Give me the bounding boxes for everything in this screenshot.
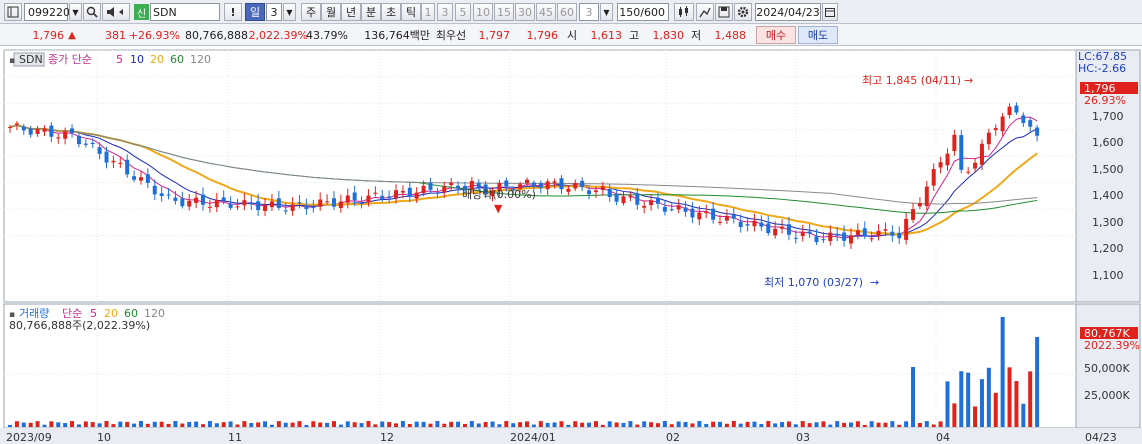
high-annotation: 최고 1,845 (04/11) bbox=[862, 74, 961, 87]
axis-label-1400: 1,400 bbox=[1092, 189, 1124, 202]
period-month-button[interactable]: 월 bbox=[321, 3, 341, 21]
volume-info: 80,766,888주(2,022.39%) bbox=[9, 319, 150, 332]
low-arrow-icon: → bbox=[870, 276, 879, 289]
gear-icon[interactable] bbox=[734, 3, 752, 21]
axis-label-1700: 1,700 bbox=[1092, 110, 1124, 123]
date-input[interactable]: 2024/04/23 bbox=[755, 3, 821, 21]
date-label-04-23: 04/23 bbox=[1085, 431, 1117, 444]
axis-label-1200: 1,200 bbox=[1092, 242, 1124, 255]
stock-chart[interactable]: 1,800 1,700 1,600 1,500 1,400 1,300 1,20… bbox=[0, 46, 1142, 444]
period-day-button[interactable]: 일 bbox=[245, 3, 265, 21]
date-label-11: 11 bbox=[228, 431, 242, 444]
minute-dropdown-button[interactable]: ▼ bbox=[600, 3, 613, 21]
legend-ma5: 5 bbox=[116, 53, 123, 66]
volume-value: 80,766,888 bbox=[185, 28, 248, 42]
toolbar: 099220 ▼ 신 SDN ! 일 3 ▼ 주 월 년 분 초 틱 1 3 5… bbox=[0, 0, 1142, 24]
current-volume-rate-text: 2022.39% bbox=[1084, 339, 1140, 352]
trade-amount: 136,764백만 bbox=[364, 29, 430, 42]
axis-label-1500: 1,500 bbox=[1092, 163, 1124, 176]
min-10-button[interactable]: 10 bbox=[473, 3, 493, 21]
volume-pane[interactable] bbox=[3, 303, 1077, 429]
period-week-button[interactable]: 주 bbox=[301, 3, 321, 21]
min-5-button[interactable]: 5 bbox=[455, 3, 471, 21]
speaker-icon[interactable] bbox=[102, 3, 130, 21]
date-label-03: 03 bbox=[796, 431, 810, 444]
alert-button[interactable]: ! bbox=[224, 3, 242, 21]
low-annotation: 최저 1,070 (03/27) bbox=[764, 276, 863, 289]
min-45-button[interactable]: 45 bbox=[536, 3, 556, 21]
high-arrow-icon: → bbox=[964, 74, 973, 87]
date-label-10: 10 bbox=[97, 431, 111, 444]
date-axis bbox=[0, 428, 1142, 444]
calendar-icon[interactable] bbox=[822, 3, 838, 21]
dividend-marker-icon: ▼ bbox=[494, 202, 503, 215]
up-arrow-icon: ▲ bbox=[68, 29, 76, 41]
change-rate: +26.93% bbox=[128, 28, 180, 42]
vol-axis-label-50000k: 50,000K bbox=[1084, 362, 1130, 375]
search-icon[interactable] bbox=[83, 3, 101, 21]
date-label-2023-09: 2023/09 bbox=[6, 431, 52, 444]
min-1-button[interactable]: 1 bbox=[421, 3, 435, 21]
low-price: 1,488 bbox=[714, 28, 747, 42]
current-rate-tag-text: 26.93% bbox=[1084, 94, 1126, 107]
period-count-input[interactable]: 3 bbox=[266, 3, 282, 21]
legend-ma-title: 종가 단순 bbox=[48, 53, 92, 66]
min-3-button[interactable]: 3 bbox=[437, 3, 453, 21]
open-price: 1,613 bbox=[590, 28, 623, 42]
period-tick-button[interactable]: 틱 bbox=[401, 3, 421, 21]
save-icon[interactable] bbox=[715, 3, 733, 21]
axis-label-1300: 1,300 bbox=[1092, 216, 1124, 229]
date-label-2024-01: 2024/01 bbox=[510, 431, 556, 444]
period-second-button[interactable]: 초 bbox=[381, 3, 401, 21]
data-count-input[interactable]: 150/600 bbox=[617, 3, 669, 21]
axis-label-1600: 1,600 bbox=[1092, 136, 1124, 149]
candle-style-icon[interactable] bbox=[674, 3, 694, 21]
draw-tool-icon[interactable] bbox=[696, 3, 714, 21]
min-30-button[interactable]: 30 bbox=[515, 3, 535, 21]
axis-label-1100: 1,100 bbox=[1092, 269, 1124, 282]
buy-button[interactable]: 매수 bbox=[756, 26, 796, 44]
period-dropdown-button[interactable]: ▼ bbox=[283, 3, 296, 21]
date-label-04: 04 bbox=[936, 431, 950, 444]
legend-ma20: 20 bbox=[150, 53, 164, 66]
date-label-12: 12 bbox=[380, 431, 394, 444]
quote-bar: 1,796 ▲ 381 +26.93% 80,766,888 2,022.39%… bbox=[0, 24, 1142, 46]
chart-menu-icon[interactable] bbox=[4, 3, 22, 21]
ask-price: 1,797 bbox=[478, 28, 511, 42]
stock-code-input[interactable]: 099220 bbox=[24, 3, 70, 21]
low-label: 저 bbox=[690, 29, 702, 42]
turnover-rate: 43.79% bbox=[306, 28, 348, 42]
legend-stock-name: SDN bbox=[19, 53, 43, 66]
legend-ma60: 60 bbox=[170, 53, 184, 66]
period-year-button[interactable]: 년 bbox=[341, 3, 361, 21]
bid-price: 1,796 bbox=[526, 28, 559, 42]
best-quote-label: 최우선 bbox=[435, 29, 467, 42]
legend-ma10: 10 bbox=[130, 53, 144, 66]
credit-badge: 신 bbox=[134, 4, 149, 20]
high-price: 1,830 bbox=[652, 28, 685, 42]
min-60-button[interactable]: 60 bbox=[557, 3, 577, 21]
sell-button[interactable]: 매도 bbox=[798, 26, 838, 44]
volume-rate: 2,022.39% bbox=[248, 28, 308, 42]
dividend-annotation: 배당락(0.00%) bbox=[462, 188, 536, 201]
vol-axis-label-25000k: 25,000K bbox=[1084, 389, 1130, 402]
legend-dot-icon: ▪ bbox=[9, 56, 15, 66]
price-change: 381 bbox=[105, 28, 126, 42]
current-price: 1,796 bbox=[32, 28, 65, 42]
high-label: 고 bbox=[628, 29, 640, 42]
code-dropdown-button[interactable]: ▼ bbox=[69, 3, 82, 21]
hc-label: HC:-2.66 bbox=[1078, 62, 1126, 75]
date-label-02: 02 bbox=[666, 431, 680, 444]
minute-count-input[interactable]: 3 bbox=[579, 3, 599, 21]
open-label: 시 bbox=[566, 29, 578, 42]
min-15-button[interactable]: 15 bbox=[494, 3, 514, 21]
stock-name-field[interactable]: SDN bbox=[150, 3, 220, 21]
legend-ma120: 120 bbox=[190, 53, 211, 66]
period-minute-button[interactable]: 분 bbox=[361, 3, 381, 21]
